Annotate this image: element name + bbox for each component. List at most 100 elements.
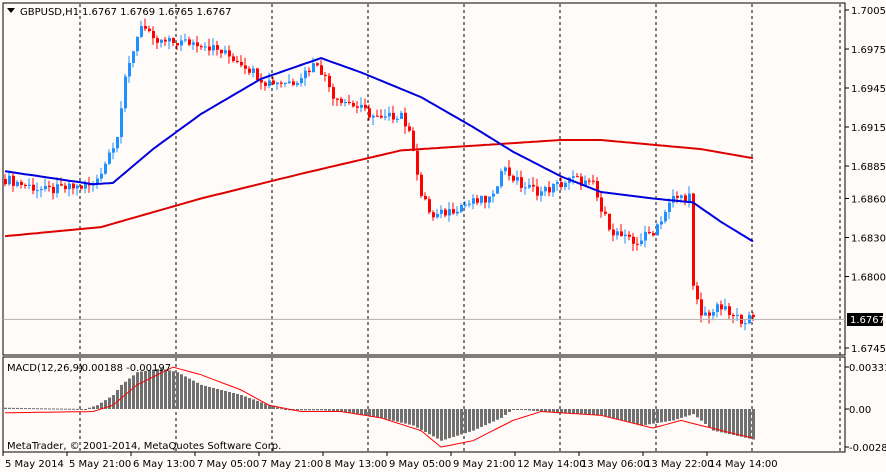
price-tick-label: 1.6945 [851,84,886,95]
macd-histogram-bar [596,409,599,416]
macd-histogram-bar [404,409,407,424]
candle-bear [32,184,35,191]
macd-histogram-bar [576,409,579,414]
macd-histogram-bar [640,409,643,426]
candle-bull [716,304,719,312]
macd-histogram-bar [684,409,687,417]
candle-bear [244,65,247,69]
candle-bull [496,186,499,194]
macd-histogram-bar [192,380,195,409]
candle-bear [752,314,755,318]
macd-histogram-bar [416,409,419,428]
macd-histogram-bar [584,409,587,415]
candle-bear [576,176,579,178]
macd-histogram-bar [372,409,375,417]
candle-bull [456,211,459,214]
macd-histogram-bar [236,394,239,409]
candle-bear [324,74,327,76]
candle-bear [416,150,419,175]
candle-bear [176,42,179,46]
candle-bull [192,42,195,45]
macd-histogram-bar [64,408,67,410]
time-tick-label: 14 May 14:00 [709,459,778,470]
macd-histogram-bar [88,407,91,409]
macd-histogram-bar [140,371,143,409]
macd-histogram-bar [44,408,47,410]
candle-bull [40,189,43,191]
candle-bull [524,187,527,189]
macd-histogram-bar [652,409,655,424]
candle-bear [428,199,431,213]
candle-bull [132,51,135,63]
macd-histogram-bar [148,370,151,409]
macd-histogram-bar [108,397,111,409]
candle-bear [632,236,635,244]
chart-canvas[interactable]: 1.7005 1.6975 1.6945 1.6915 1.6885 1.6860 1.68… [0,0,886,472]
macd-histogram-bar [440,409,443,441]
macd-histogram-bar [24,408,27,410]
macd-histogram-bar [204,385,207,409]
macd-histogram-bar [588,409,591,415]
candle-bear [80,185,83,189]
candle-bull [564,182,567,188]
macd-histogram-bar [308,409,311,411]
candle-bear [356,106,359,108]
candle-bull [76,185,79,189]
macd-histogram-bar [320,409,323,411]
macd-histogram-bar [732,409,735,436]
macd-histogram-bar [572,409,575,414]
macd-histogram-bar [532,409,535,411]
macd-histogram-bar [616,409,619,420]
metatrader-chart-window: 1.7005 1.6975 1.6945 1.6915 1.6885 1.6860 1.68… [0,0,886,472]
candle-bear [520,177,523,188]
candle-bull [384,116,387,118]
macd-histogram-bar [424,409,427,433]
macd-histogram-bar [248,397,251,409]
candle-bear [72,183,75,189]
macd-histogram-bar [260,402,263,409]
macd-histogram-bar [332,409,335,412]
price-tick-label: 1.6830 [851,234,886,245]
macd-histogram-bar [516,409,519,410]
candle-bull [528,184,531,188]
candle-bull [500,171,503,187]
macd-histogram-bar [656,409,659,423]
macd-histogram-bar [336,409,339,412]
macd-histogram-bar [752,409,755,440]
macd-histogram-bar [188,378,191,409]
macd-histogram-bar [668,409,671,422]
macd-histogram-bar [212,387,215,409]
macd-histogram-bar [28,408,31,410]
candle-bear [604,211,607,214]
candle-bull [224,50,227,54]
macd-histogram-bar [676,409,679,420]
macd-histogram-bar [728,409,731,435]
candle-bull [516,177,519,181]
macd-histogram-bar [232,393,235,409]
collapse-triangle-icon[interactable] [7,8,15,13]
macd-histogram-bar [520,409,523,410]
candle-bear [532,184,535,187]
candle-bear [256,68,259,81]
macd-histogram-bar [436,409,439,439]
macd-histogram-bar [16,407,19,409]
macd-histogram-bar [468,409,471,432]
candle-bear [648,231,651,234]
macd-histogram-bar [48,408,51,410]
main-chart-border [2,2,846,356]
macd-histogram-bar [628,409,631,423]
candle-bear [676,195,679,198]
price-tick-label: 1.6915 [851,123,886,134]
candle-bear [228,50,231,57]
macd-histogram-bar [60,408,63,410]
macd-histogram-bar [396,409,399,422]
time-tick-label: 9 May 05:00 [389,459,451,470]
macd-histogram-bar [452,409,455,437]
macd-histogram-bar [632,409,635,424]
candle-bear [476,198,479,203]
candle-bull [688,193,691,202]
macd-histogram-bar [708,409,711,428]
candle-bear [156,38,159,43]
candle-bull [400,112,403,119]
candle-bull [344,102,347,104]
